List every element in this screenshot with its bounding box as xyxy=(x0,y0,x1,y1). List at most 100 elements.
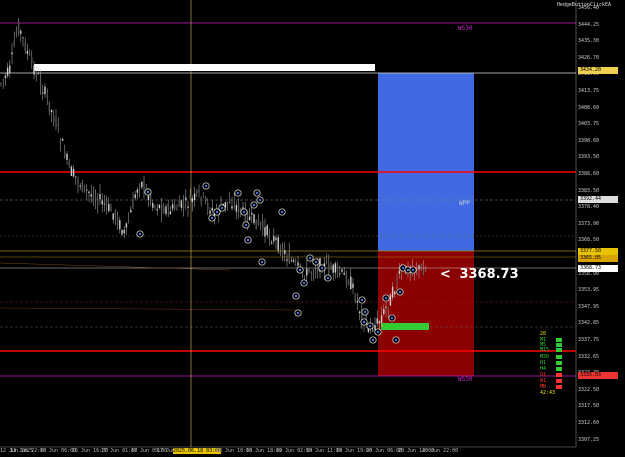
candle-body xyxy=(145,187,147,189)
candle-body xyxy=(277,237,279,251)
trade-marker-dot xyxy=(401,266,405,270)
candle-body xyxy=(20,30,22,34)
candle-body xyxy=(284,250,286,254)
price-chart[interactable] xyxy=(0,0,625,457)
price-tick-label: 3378.40 xyxy=(578,204,600,211)
candle-body xyxy=(262,221,264,229)
candle-body xyxy=(158,204,161,209)
candle-body xyxy=(248,216,251,220)
candle-body xyxy=(251,212,253,215)
candle-body xyxy=(358,311,361,313)
trade-marker-dot xyxy=(280,210,284,214)
trade-marker-dot xyxy=(376,330,380,334)
candle-body xyxy=(138,186,141,188)
candle-body xyxy=(108,203,110,212)
candle-body xyxy=(75,176,77,178)
candle-body xyxy=(246,212,249,223)
candle-body xyxy=(44,86,46,95)
candle-body xyxy=(112,213,114,220)
candle-body xyxy=(416,271,418,273)
candle-body xyxy=(341,269,343,272)
timeframe-status-square xyxy=(556,367,562,371)
candle-body xyxy=(202,193,205,195)
candle-body xyxy=(339,273,341,275)
candle-body xyxy=(121,229,123,235)
trade-marker-dot xyxy=(390,316,394,320)
candle-body xyxy=(297,262,299,266)
trade-marker-dot xyxy=(210,216,214,220)
timeframe-stat: M15 xyxy=(540,347,550,353)
candle-body xyxy=(114,211,117,219)
trade-marker-dot xyxy=(220,206,224,210)
candle-body xyxy=(273,235,275,242)
candle-body xyxy=(90,194,92,197)
price-tick-label: 3368.50 xyxy=(578,237,600,244)
trend-line-lower xyxy=(0,307,301,311)
candle-body xyxy=(211,207,213,211)
trade-marker-dot xyxy=(296,311,300,315)
candle-body xyxy=(11,52,13,55)
candle-body xyxy=(233,201,235,203)
price-tick-label: 3413.75 xyxy=(578,88,600,94)
candle-body xyxy=(26,51,29,54)
candle-body xyxy=(28,53,31,55)
candle-body xyxy=(268,234,271,239)
candle-body xyxy=(81,180,84,192)
candle-body xyxy=(332,264,334,273)
ws30-top-label: WS30 xyxy=(458,25,473,32)
candle-body xyxy=(9,65,11,73)
candle-body xyxy=(347,281,350,285)
candle-body xyxy=(235,205,238,212)
price-tick-label: 3435.30 xyxy=(578,38,600,45)
candle-body xyxy=(374,325,376,330)
candle-body xyxy=(380,315,383,323)
candle-body xyxy=(275,237,277,240)
candle-body xyxy=(187,206,189,208)
trade-marker-dot xyxy=(394,338,398,342)
trade-marker-dot xyxy=(371,338,375,342)
candle-body xyxy=(350,276,352,290)
candle-body xyxy=(314,268,317,272)
candle-body xyxy=(99,194,101,200)
candle-body xyxy=(156,209,158,211)
trade-marker-dot xyxy=(215,210,219,214)
candle-body xyxy=(77,179,79,185)
candle-body xyxy=(321,272,323,274)
candle-body xyxy=(237,203,240,213)
candle-body xyxy=(53,116,55,123)
candle-body xyxy=(152,202,154,208)
candle-body xyxy=(83,185,86,187)
trade-marker-dot xyxy=(362,320,366,324)
candle-body xyxy=(42,92,44,94)
candle-body xyxy=(394,291,396,295)
candle-body xyxy=(103,203,106,205)
candle-body xyxy=(196,190,198,194)
trade-marker-dot xyxy=(302,281,306,285)
trade-marker-dot xyxy=(138,232,142,236)
candle-body xyxy=(101,200,103,205)
price-tag-bottom: 3335.03 xyxy=(578,372,618,379)
candle-body xyxy=(396,279,398,285)
wpp-label: WPP xyxy=(459,200,470,207)
candle-body xyxy=(343,272,345,275)
candle-body xyxy=(312,272,315,275)
candle-body xyxy=(48,101,51,112)
trade-marker-dot xyxy=(360,298,364,302)
candle-body xyxy=(143,181,145,190)
candle-body xyxy=(123,229,125,234)
price-tick-label: 3456.40 xyxy=(578,5,600,11)
candle-body xyxy=(134,194,136,199)
take-profit-zone xyxy=(378,73,474,251)
price-arrow-icon: < xyxy=(440,267,451,282)
candle-body xyxy=(229,199,231,204)
candle-body xyxy=(292,260,295,262)
candle-body xyxy=(255,219,257,230)
price-tag-gold: 3365.05 xyxy=(578,255,618,262)
candle-body xyxy=(165,206,167,215)
candle-body xyxy=(171,204,174,209)
candle-body xyxy=(288,252,290,263)
candle-body xyxy=(378,321,381,324)
candle-body xyxy=(209,210,211,214)
candle-body xyxy=(169,211,172,215)
trade-marker-dot xyxy=(258,198,262,202)
